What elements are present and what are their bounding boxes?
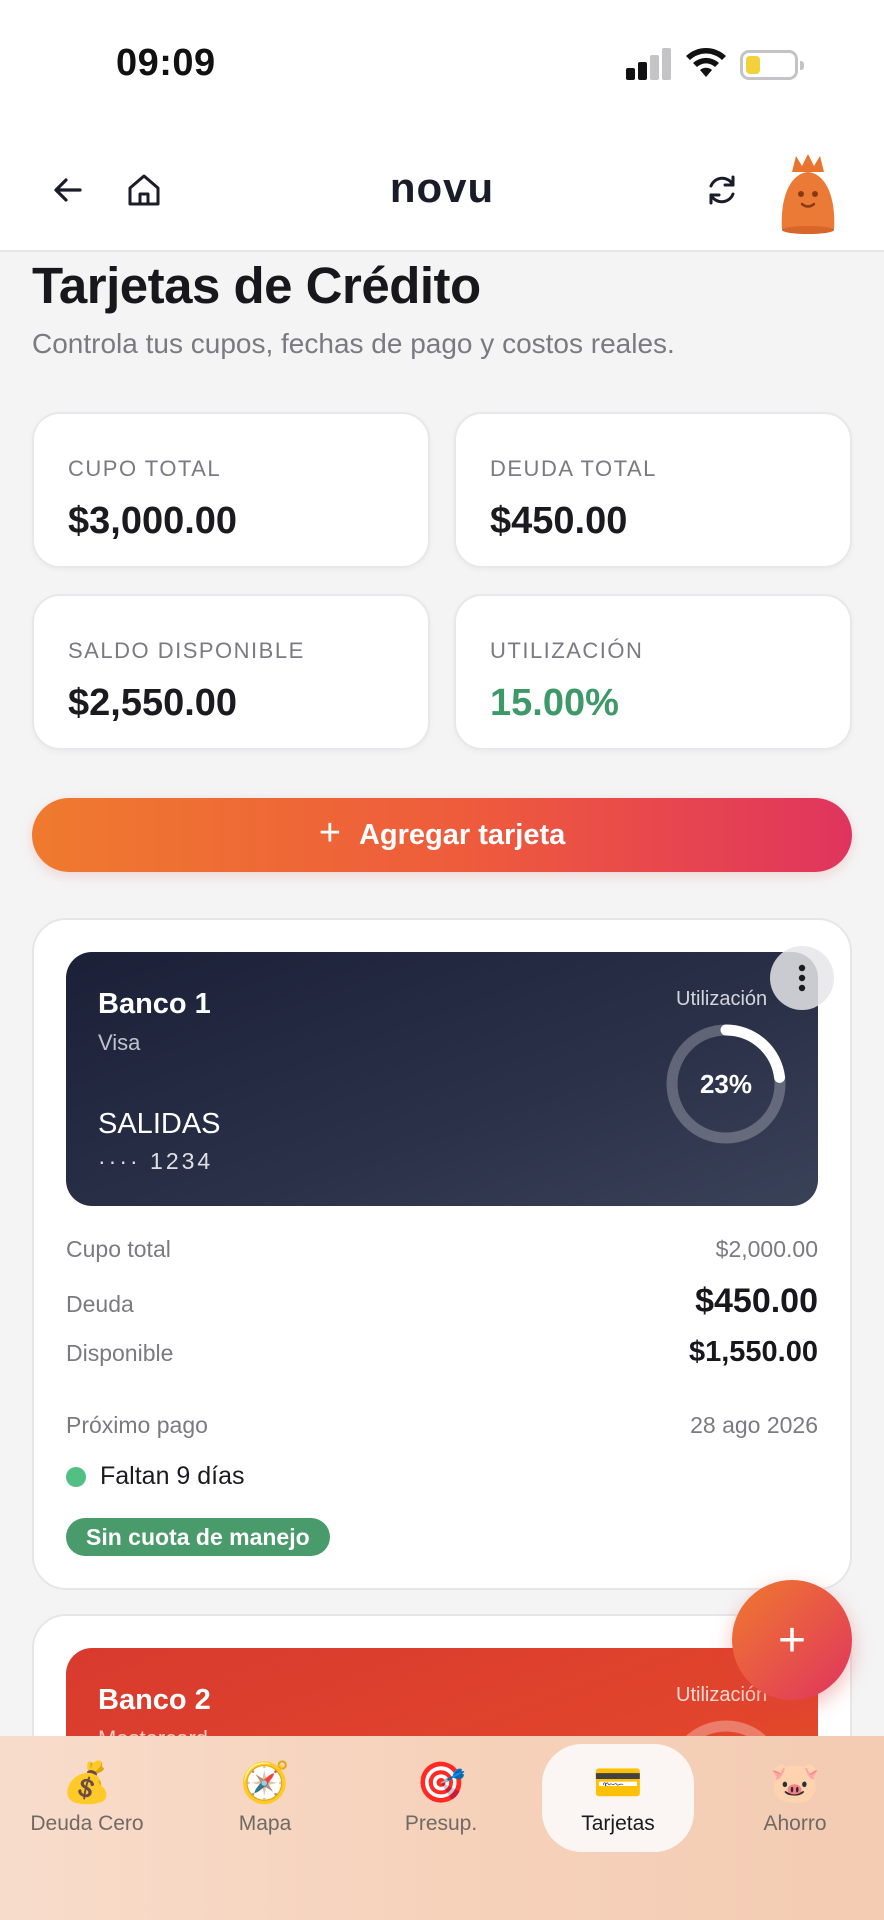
floating-add-button[interactable]: + bbox=[732, 1580, 852, 1700]
app-header: novu bbox=[0, 130, 884, 252]
stat-label: CUPO TOTAL bbox=[68, 456, 222, 481]
detail-value: 28 ago 2026 bbox=[690, 1412, 818, 1438]
stat-card-cupo-total: CUPO TOTAL $3,000.00 bbox=[32, 412, 430, 568]
refresh-button[interactable] bbox=[694, 162, 750, 218]
stat-card-utilizacion: UTILIZACIÓN 15.00% bbox=[454, 594, 852, 750]
status-time: 09:09 bbox=[116, 42, 216, 84]
status-badge: Sin cuota de manejo bbox=[66, 1518, 330, 1556]
money-bag-icon: 💰 bbox=[62, 1761, 112, 1805]
nav-label: Tarjetas bbox=[581, 1812, 655, 1835]
nav-label: Mapa bbox=[238, 1812, 292, 1835]
nav-label: Presup. bbox=[404, 1812, 478, 1835]
detail-label: Próximo pago bbox=[66, 1412, 208, 1438]
stat-value: $450.00 bbox=[490, 500, 628, 542]
utilization-label: Utilización bbox=[676, 1684, 768, 1706]
detail-label: Disponible bbox=[66, 1340, 174, 1366]
bottom-navigation: 💰 Deuda Cero 🧭 Mapa 🎯 Presup. 💳 Tarjetas… bbox=[0, 1736, 884, 1920]
page-subtitle: Controla tus cupos, fechas de pago y cos… bbox=[32, 328, 675, 359]
detail-value: $450.00 bbox=[695, 1282, 818, 1320]
credit-card-icon: 💳 bbox=[593, 1761, 643, 1805]
detail-label: Deuda bbox=[66, 1291, 134, 1317]
page-title: Tarjetas de Crédito bbox=[32, 257, 481, 314]
detail-value: $1,550.00 bbox=[688, 1336, 818, 1368]
refresh-icon bbox=[709, 175, 735, 205]
detail-value: $2,000.00 bbox=[715, 1236, 818, 1262]
stat-label: SALDO DISPONIBLE bbox=[68, 638, 305, 663]
add-card-label: Agregar tarjeta bbox=[358, 818, 566, 851]
status-dot-icon bbox=[66, 1466, 86, 1487]
card-network: Visa bbox=[98, 1030, 141, 1055]
target-icon: 🎯 bbox=[416, 1761, 466, 1805]
nav-label: Deuda Cero bbox=[30, 1812, 144, 1835]
stat-label: UTILIZACIÓN bbox=[490, 638, 644, 663]
app-logo: novu bbox=[389, 164, 495, 211]
card-menu-button[interactable] bbox=[770, 946, 834, 1010]
detail-label: Cupo total bbox=[66, 1236, 171, 1262]
nav-item-ahorro[interactable]: 🐷 Ahorro bbox=[720, 1744, 870, 1852]
status-bar: 09:09 bbox=[0, 0, 884, 130]
credit-card-panel[interactable]: Banco 1 Visa SALIDAS ···· 1234 Utilizaci… bbox=[32, 918, 852, 1590]
card-number: ···· 1234 bbox=[98, 1148, 214, 1174]
nav-item-tarjetas[interactable]: 💳 Tarjetas bbox=[542, 1744, 694, 1852]
card-nickname: SALIDAS bbox=[98, 1108, 221, 1140]
pig-icon: 🐷 bbox=[770, 1761, 820, 1805]
avatar[interactable] bbox=[774, 152, 842, 234]
nav-item-presupuesto[interactable]: 🎯 Presup. bbox=[366, 1744, 516, 1852]
nav-item-deuda-cero[interactable]: 💰 Deuda Cero bbox=[12, 1744, 162, 1852]
card-bank-name: Banco 2 bbox=[98, 1684, 211, 1716]
nav-item-mapa[interactable]: 🧭 Mapa bbox=[190, 1744, 340, 1852]
stat-value: 15.00% bbox=[490, 682, 619, 724]
due-indicator: Faltan 9 días bbox=[66, 1462, 245, 1491]
credit-card-visual: Banco 1 Visa SALIDAS ···· 1234 Utilizaci… bbox=[66, 952, 818, 1206]
more-vertical-icon bbox=[798, 964, 806, 992]
stat-value: $3,000.00 bbox=[68, 500, 238, 542]
cellular-signal-icon bbox=[626, 48, 672, 80]
utilization-percent: 23% bbox=[699, 1068, 753, 1099]
stat-value: $2,550.00 bbox=[68, 682, 238, 724]
detail-row-disponible: Disponible $1,550.00 bbox=[66, 1336, 818, 1369]
due-text: Faltan 9 días bbox=[100, 1462, 245, 1490]
stat-card-deuda-total: DEUDA TOTAL $450.00 bbox=[454, 412, 852, 568]
detail-row-deuda: Deuda $450.00 bbox=[66, 1282, 818, 1321]
compass-icon: 🧭 bbox=[240, 1761, 290, 1805]
detail-row-proximo-pago: Próximo pago 28 ago 2026 bbox=[66, 1412, 818, 1439]
plus-icon: + bbox=[777, 1613, 807, 1667]
add-card-button[interactable]: + Agregar tarjeta bbox=[32, 798, 852, 872]
card-bank-name: Banco 1 bbox=[98, 988, 211, 1020]
utilization-label: Utilización bbox=[676, 988, 768, 1010]
plus-icon: + bbox=[318, 811, 341, 854]
nav-label: Ahorro bbox=[763, 1812, 827, 1835]
detail-row-cupo: Cupo total $2,000.00 bbox=[66, 1236, 818, 1263]
wifi-icon bbox=[686, 48, 726, 77]
battery-icon bbox=[740, 50, 804, 80]
stat-card-saldo-disponible: SALDO DISPONIBLE $2,550.00 bbox=[32, 594, 430, 750]
stat-label: DEUDA TOTAL bbox=[490, 456, 657, 481]
